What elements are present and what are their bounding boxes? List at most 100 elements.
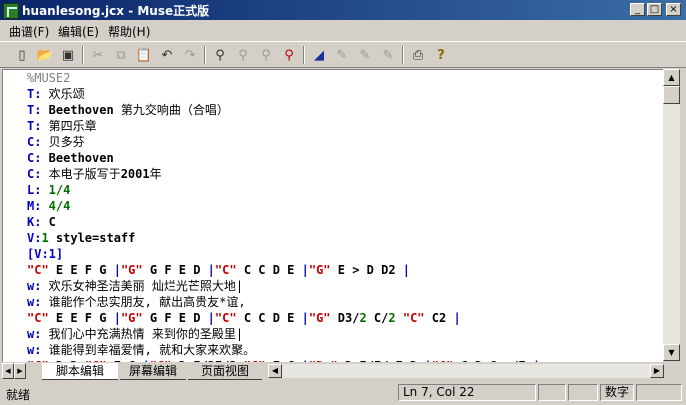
find-icon[interactable]: ⚲ bbox=[210, 45, 230, 65]
menu-score[interactable]: 曲谱(F) bbox=[9, 23, 49, 40]
editor-line[interactable]: w: 谁能得到幸福爱情, 就和大家来欢聚。 bbox=[27, 342, 255, 358]
editor-token: | bbox=[453, 311, 461, 325]
new-file-icon[interactable]: ▯ bbox=[12, 45, 32, 65]
scroll-left-icon[interactable]: ◀ bbox=[268, 364, 282, 378]
editor-line[interactable]: V:1 style=staff bbox=[27, 230, 135, 246]
menu-edit[interactable]: 编辑(E) bbox=[58, 23, 99, 40]
status-pane-empty bbox=[568, 384, 598, 401]
script-editor[interactable]: %MUSE2 T: 欢乐颂 T: Beethoven 第九交响曲（合唱） T: 第四乐… bbox=[2, 69, 663, 362]
editor-line[interactable]: T: 欢乐颂 bbox=[27, 86, 85, 102]
maximize-button[interactable]: □ bbox=[647, 3, 662, 16]
editor-token: 2001 bbox=[120, 167, 150, 181]
editor-token: w: bbox=[27, 343, 42, 357]
marker-next-icon[interactable]: ✎ bbox=[332, 45, 352, 65]
marker-icon[interactable]: ◢ bbox=[309, 45, 329, 65]
editor-token: w: bbox=[27, 295, 42, 309]
editor-token: "G" bbox=[308, 311, 331, 325]
editor-token: C: bbox=[27, 151, 42, 165]
tab-screen-edit[interactable]: 屏幕编辑 bbox=[120, 363, 186, 380]
paste-icon[interactable]: 📋 bbox=[134, 45, 154, 65]
editor-token: K: bbox=[27, 215, 42, 229]
editor-line[interactable]: T: 第四乐章 bbox=[27, 118, 97, 134]
editor-token: %MUSE2 bbox=[27, 71, 71, 85]
editor-token: | bbox=[113, 263, 121, 277]
editor-token: T: bbox=[27, 119, 42, 133]
marker-prev-icon[interactable]: ✎ bbox=[355, 45, 375, 65]
editor-token: C: bbox=[27, 167, 42, 181]
editor-line[interactable]: M: 4/4 bbox=[27, 198, 70, 214]
find-next-icon[interactable]: ⚲ bbox=[233, 45, 253, 65]
editor-token: Beethoven bbox=[41, 151, 114, 165]
editor-line[interactable]: C: Beethoven bbox=[27, 150, 114, 166]
editor-token: | bbox=[207, 311, 215, 325]
editor-token: 第九交响曲（合唱） bbox=[113, 103, 229, 117]
cut-icon[interactable]: ✂ bbox=[88, 45, 108, 65]
editor-token: "G" bbox=[120, 311, 143, 325]
editor-token: "C" bbox=[402, 311, 425, 325]
print-icon[interactable]: ⎙ bbox=[408, 45, 428, 65]
editor-token: T: bbox=[27, 103, 42, 117]
tab-page-view[interactable]: 页面视图 bbox=[188, 363, 262, 380]
status-bar: 就绪 Ln 7, Col 22 数字 bbox=[0, 382, 686, 403]
editor-line[interactable]: w: 我们心中充满热情 来到你的圣殿里| bbox=[27, 326, 243, 342]
editor-line[interactable]: T: Beethoven 第九交响曲（合唱） bbox=[27, 102, 229, 118]
editor-token: T: bbox=[27, 87, 42, 101]
app-window: huanlesong.jcx - Muse正式版 _ □ × 曲谱(F) 编辑(… bbox=[0, 0, 686, 405]
editor-line[interactable]: %MUSE2 bbox=[27, 70, 70, 86]
editor-token: Beethoven bbox=[41, 103, 114, 117]
app-icon[interactable] bbox=[3, 3, 19, 19]
scroll-up-icon[interactable]: ▲ bbox=[663, 69, 680, 86]
open-folder-icon[interactable]: 📂 bbox=[35, 45, 55, 65]
editor-line[interactable]: [V:1] bbox=[27, 246, 63, 262]
editor-line[interactable]: L: 1/4 bbox=[27, 182, 70, 198]
scroll-down-icon[interactable]: ▼ bbox=[663, 344, 680, 361]
help-question-icon[interactable]: ? bbox=[431, 45, 451, 65]
editor-token: 谁能得到幸福爱情, 就和大家来欢聚。 bbox=[41, 343, 256, 357]
editor-line[interactable]: w: 谁能作个忠实朋友, 献出高贵友*谊, bbox=[27, 294, 246, 310]
editor-token: L: bbox=[27, 183, 42, 197]
editor-token: D3/ bbox=[330, 311, 360, 325]
vertical-scrollbar[interactable]: ▲ ▼ bbox=[663, 69, 680, 361]
editor-token: "C" bbox=[27, 263, 49, 277]
save-icon[interactable]: ▣ bbox=[58, 45, 78, 65]
editor-token: | bbox=[301, 311, 309, 325]
editor-token: | bbox=[113, 311, 121, 325]
editor-line[interactable]: "C" E E F G |"G" G F E D |"C" C C D E |"… bbox=[27, 262, 410, 278]
editor-token: "C" bbox=[27, 311, 49, 325]
menu-bar: 曲谱(F) 编辑(E) 帮助(H) bbox=[0, 20, 686, 40]
status-pane-empty bbox=[636, 384, 682, 401]
editor-line[interactable]: K: C bbox=[27, 214, 56, 230]
replace-icon[interactable]: ⚲ bbox=[279, 45, 299, 65]
copy-icon[interactable]: ⧉ bbox=[111, 45, 131, 65]
editor-token: G F E D bbox=[142, 311, 208, 325]
editor-line[interactable]: w: 欢乐女神圣洁美丽 灿烂光芒照大地| bbox=[27, 278, 243, 294]
editor-token: "C" bbox=[214, 263, 237, 277]
tab-next-icon[interactable]: ▶ bbox=[14, 363, 26, 379]
editor-token: 1 bbox=[41, 231, 49, 245]
toolbar-separator bbox=[204, 46, 206, 64]
editor-line[interactable]: C: 贝多芬 bbox=[27, 134, 85, 150]
editor-token: 年 bbox=[149, 167, 162, 181]
redo-icon[interactable]: ↷ bbox=[180, 45, 200, 65]
editor-line[interactable]: C: 本电子版写于2001年 bbox=[27, 166, 162, 182]
find-prev-icon[interactable]: ⚲ bbox=[256, 45, 276, 65]
undo-icon[interactable]: ↶ bbox=[157, 45, 177, 65]
editor-token: E > D D2 bbox=[330, 263, 403, 277]
editor-token: 本电子版写于 bbox=[41, 167, 121, 181]
toolbar-separator bbox=[402, 46, 404, 64]
editor-token: "G" bbox=[120, 263, 143, 277]
minimize-button[interactable]: _ bbox=[630, 3, 645, 16]
close-button[interactable]: × bbox=[666, 3, 681, 16]
scroll-thumb[interactable] bbox=[663, 86, 680, 104]
editor-token: 我们心中充满热情 来到你的圣殿里| bbox=[41, 327, 244, 341]
scroll-right-icon[interactable]: ▶ bbox=[650, 364, 664, 378]
marker-clear-icon[interactable]: ✎ bbox=[378, 45, 398, 65]
tab-script-edit[interactable]: 脚本编辑 bbox=[42, 363, 118, 380]
horizontal-scrollbar[interactable]: ◀ ▶ bbox=[268, 364, 664, 378]
tab-first-icon[interactable]: ◀ bbox=[2, 363, 14, 379]
editor-token: "C" bbox=[214, 311, 237, 325]
editor-line[interactable]: "C" E E F G |"G" G F E D |"C" C C D E |"… bbox=[27, 310, 461, 326]
status-pane-empty bbox=[538, 384, 566, 401]
status-numlock: 数字 bbox=[600, 384, 634, 401]
menu-help[interactable]: 帮助(H) bbox=[108, 23, 150, 40]
